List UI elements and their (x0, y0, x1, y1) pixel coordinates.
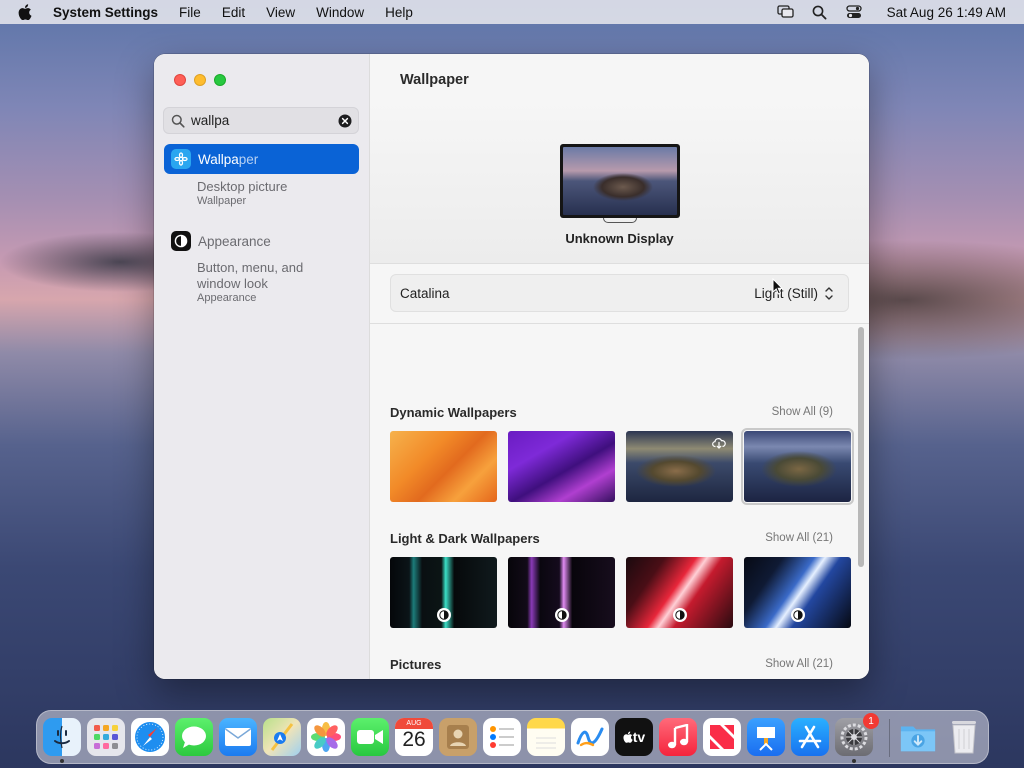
dock-app-store-icon[interactable] (791, 718, 829, 756)
dock-safari-icon[interactable] (131, 718, 169, 756)
wallpaper-thumbnail[interactable] (390, 557, 497, 628)
running-indicator (852, 759, 856, 763)
sidebar-item-appearance[interactable]: Appearance (164, 229, 359, 253)
display-name: Unknown Display (565, 231, 674, 246)
light-dark-mode-icon (437, 608, 451, 622)
display-preview-area: Unknown Display (370, 98, 869, 264)
dock-contacts-icon[interactable] (439, 718, 477, 756)
sidebar-item-wallpaper[interactable]: Wallpaper (164, 144, 359, 174)
menu-file[interactable]: File (179, 5, 201, 20)
monitor-preview (560, 144, 680, 218)
menu-help[interactable]: Help (385, 5, 413, 20)
wallpaper-icon (171, 149, 191, 169)
dock-photos-icon[interactable] (307, 718, 345, 756)
dock-music-icon[interactable] (659, 718, 697, 756)
section-title-dynamic: Dynamic Wallpapers (390, 405, 517, 420)
dock: AUG 26 tv 1 (36, 710, 989, 764)
spotlight-search-icon[interactable] (811, 4, 829, 20)
dock-finder-icon[interactable] (43, 718, 81, 756)
calendar-day: 26 (402, 728, 426, 751)
show-all-dynamic-button[interactable]: Show All (9) (772, 406, 833, 418)
menu-app-name[interactable]: System Settings (53, 5, 158, 20)
wallpaper-thumbnail-selected[interactable] (741, 428, 854, 505)
chevron-up-down-icon[interactable] (824, 285, 834, 302)
minimize-window-button[interactable] (194, 74, 206, 86)
dock-launchpad-icon[interactable] (87, 718, 125, 756)
screen-mirroring-icon[interactable] (777, 4, 795, 20)
light-dark-mode-icon (555, 608, 569, 622)
current-wallpaper-name: Catalina (400, 286, 450, 301)
dock-messages-icon[interactable] (175, 718, 213, 756)
sidebar-subresult-desktop-picture[interactable]: Desktop picture Wallpaper (197, 179, 287, 207)
cloud-download-icon (712, 436, 726, 450)
section-title-light-dark: Light & Dark Wallpapers (390, 531, 540, 546)
dock-freeform-icon[interactable] (571, 718, 609, 756)
search-match-text: Wallpa (198, 151, 239, 167)
show-all-light-dark-button[interactable]: Show All (21) (765, 532, 833, 544)
subresult-label-line2: window look (197, 276, 268, 291)
mouse-pointer-icon (772, 278, 784, 295)
wallpaper-thumbnail[interactable] (626, 557, 733, 628)
subresult-source: Appearance (197, 292, 257, 304)
dock-notes-icon[interactable] (527, 718, 565, 756)
dock-mail-icon[interactable] (219, 718, 257, 756)
search-icon (171, 114, 185, 128)
clear-search-icon[interactable] (338, 114, 352, 128)
running-indicator (60, 759, 64, 763)
dock-reminders-icon[interactable] (483, 718, 521, 756)
system-settings-window: wallpa Wallpaper Desktop picture Wallpap… (154, 54, 869, 679)
monitor-screen (563, 147, 677, 215)
sidebar: wallpa Wallpaper Desktop picture Wallpap… (154, 54, 370, 679)
search-rest-text: per (238, 151, 259, 167)
menu-view[interactable]: View (266, 5, 295, 20)
dock-news-icon[interactable] (703, 718, 741, 756)
menu-window[interactable]: Window (316, 5, 364, 20)
show-all-pictures-button[interactable]: Show All (21) (765, 658, 833, 670)
scrollbar-thumb[interactable] (858, 327, 864, 567)
section-title-pictures: Pictures (390, 657, 442, 672)
subresult-source: Wallpaper (197, 195, 247, 207)
monitor-stand (603, 218, 637, 223)
dock-keynote-icon[interactable] (747, 718, 785, 756)
wallpaper-thumbnail[interactable] (744, 557, 851, 628)
close-window-button[interactable] (174, 74, 186, 86)
menu-clock[interactable]: Sat Aug 26 1:49 AM (887, 5, 1006, 20)
notification-badge: 1 (863, 713, 879, 729)
apple-menu-icon[interactable] (18, 4, 40, 20)
settings-content: Wallpaper Unknown Display Catalina Light… (370, 54, 869, 679)
dock-trash-icon[interactable] (945, 718, 983, 756)
dock-separator (889, 719, 890, 757)
page-title: Wallpaper (400, 72, 469, 88)
control-center-icon[interactable] (845, 4, 863, 20)
search-input[interactable]: wallpa (191, 113, 338, 128)
wallpaper-thumbnail[interactable] (626, 431, 733, 502)
dock-maps-icon[interactable] (263, 718, 301, 756)
wallpaper-thumbnail[interactable] (508, 557, 615, 628)
sidebar-subresult-button-menu-window-look[interactable]: Button, menu, and window look Appearance (197, 260, 303, 304)
subresult-label: Desktop picture (197, 179, 288, 194)
wallpaper-gallery: Dynamic Wallpapers Show All (9) Light & … (370, 324, 869, 679)
tv-label: tv (632, 729, 646, 745)
light-dark-mode-icon (673, 608, 687, 622)
light-dark-mode-icon (791, 608, 805, 622)
wallpaper-thumbnail[interactable] (390, 431, 497, 502)
appearance-mode-popup[interactable]: Light (Still) (754, 286, 818, 301)
dock-downloads-folder-icon[interactable] (899, 718, 937, 756)
sidebar-item-label: Appearance (198, 233, 271, 249)
dock-tv-icon[interactable]: tv (615, 718, 653, 756)
search-field[interactable]: wallpa (163, 107, 359, 134)
subresult-label: Button, menu, and (197, 260, 304, 275)
menu-bar: System Settings File Edit View Window He… (0, 0, 1024, 24)
sidebar-item-label: Wallpaper (198, 152, 258, 167)
wallpaper-thumbnail[interactable] (508, 431, 615, 502)
appearance-icon (171, 231, 191, 251)
menu-edit[interactable]: Edit (222, 5, 245, 20)
dock-calendar-icon[interactable]: AUG 26 (395, 718, 433, 756)
dock-facetime-icon[interactable] (351, 718, 389, 756)
zoom-window-button[interactable] (214, 74, 226, 86)
